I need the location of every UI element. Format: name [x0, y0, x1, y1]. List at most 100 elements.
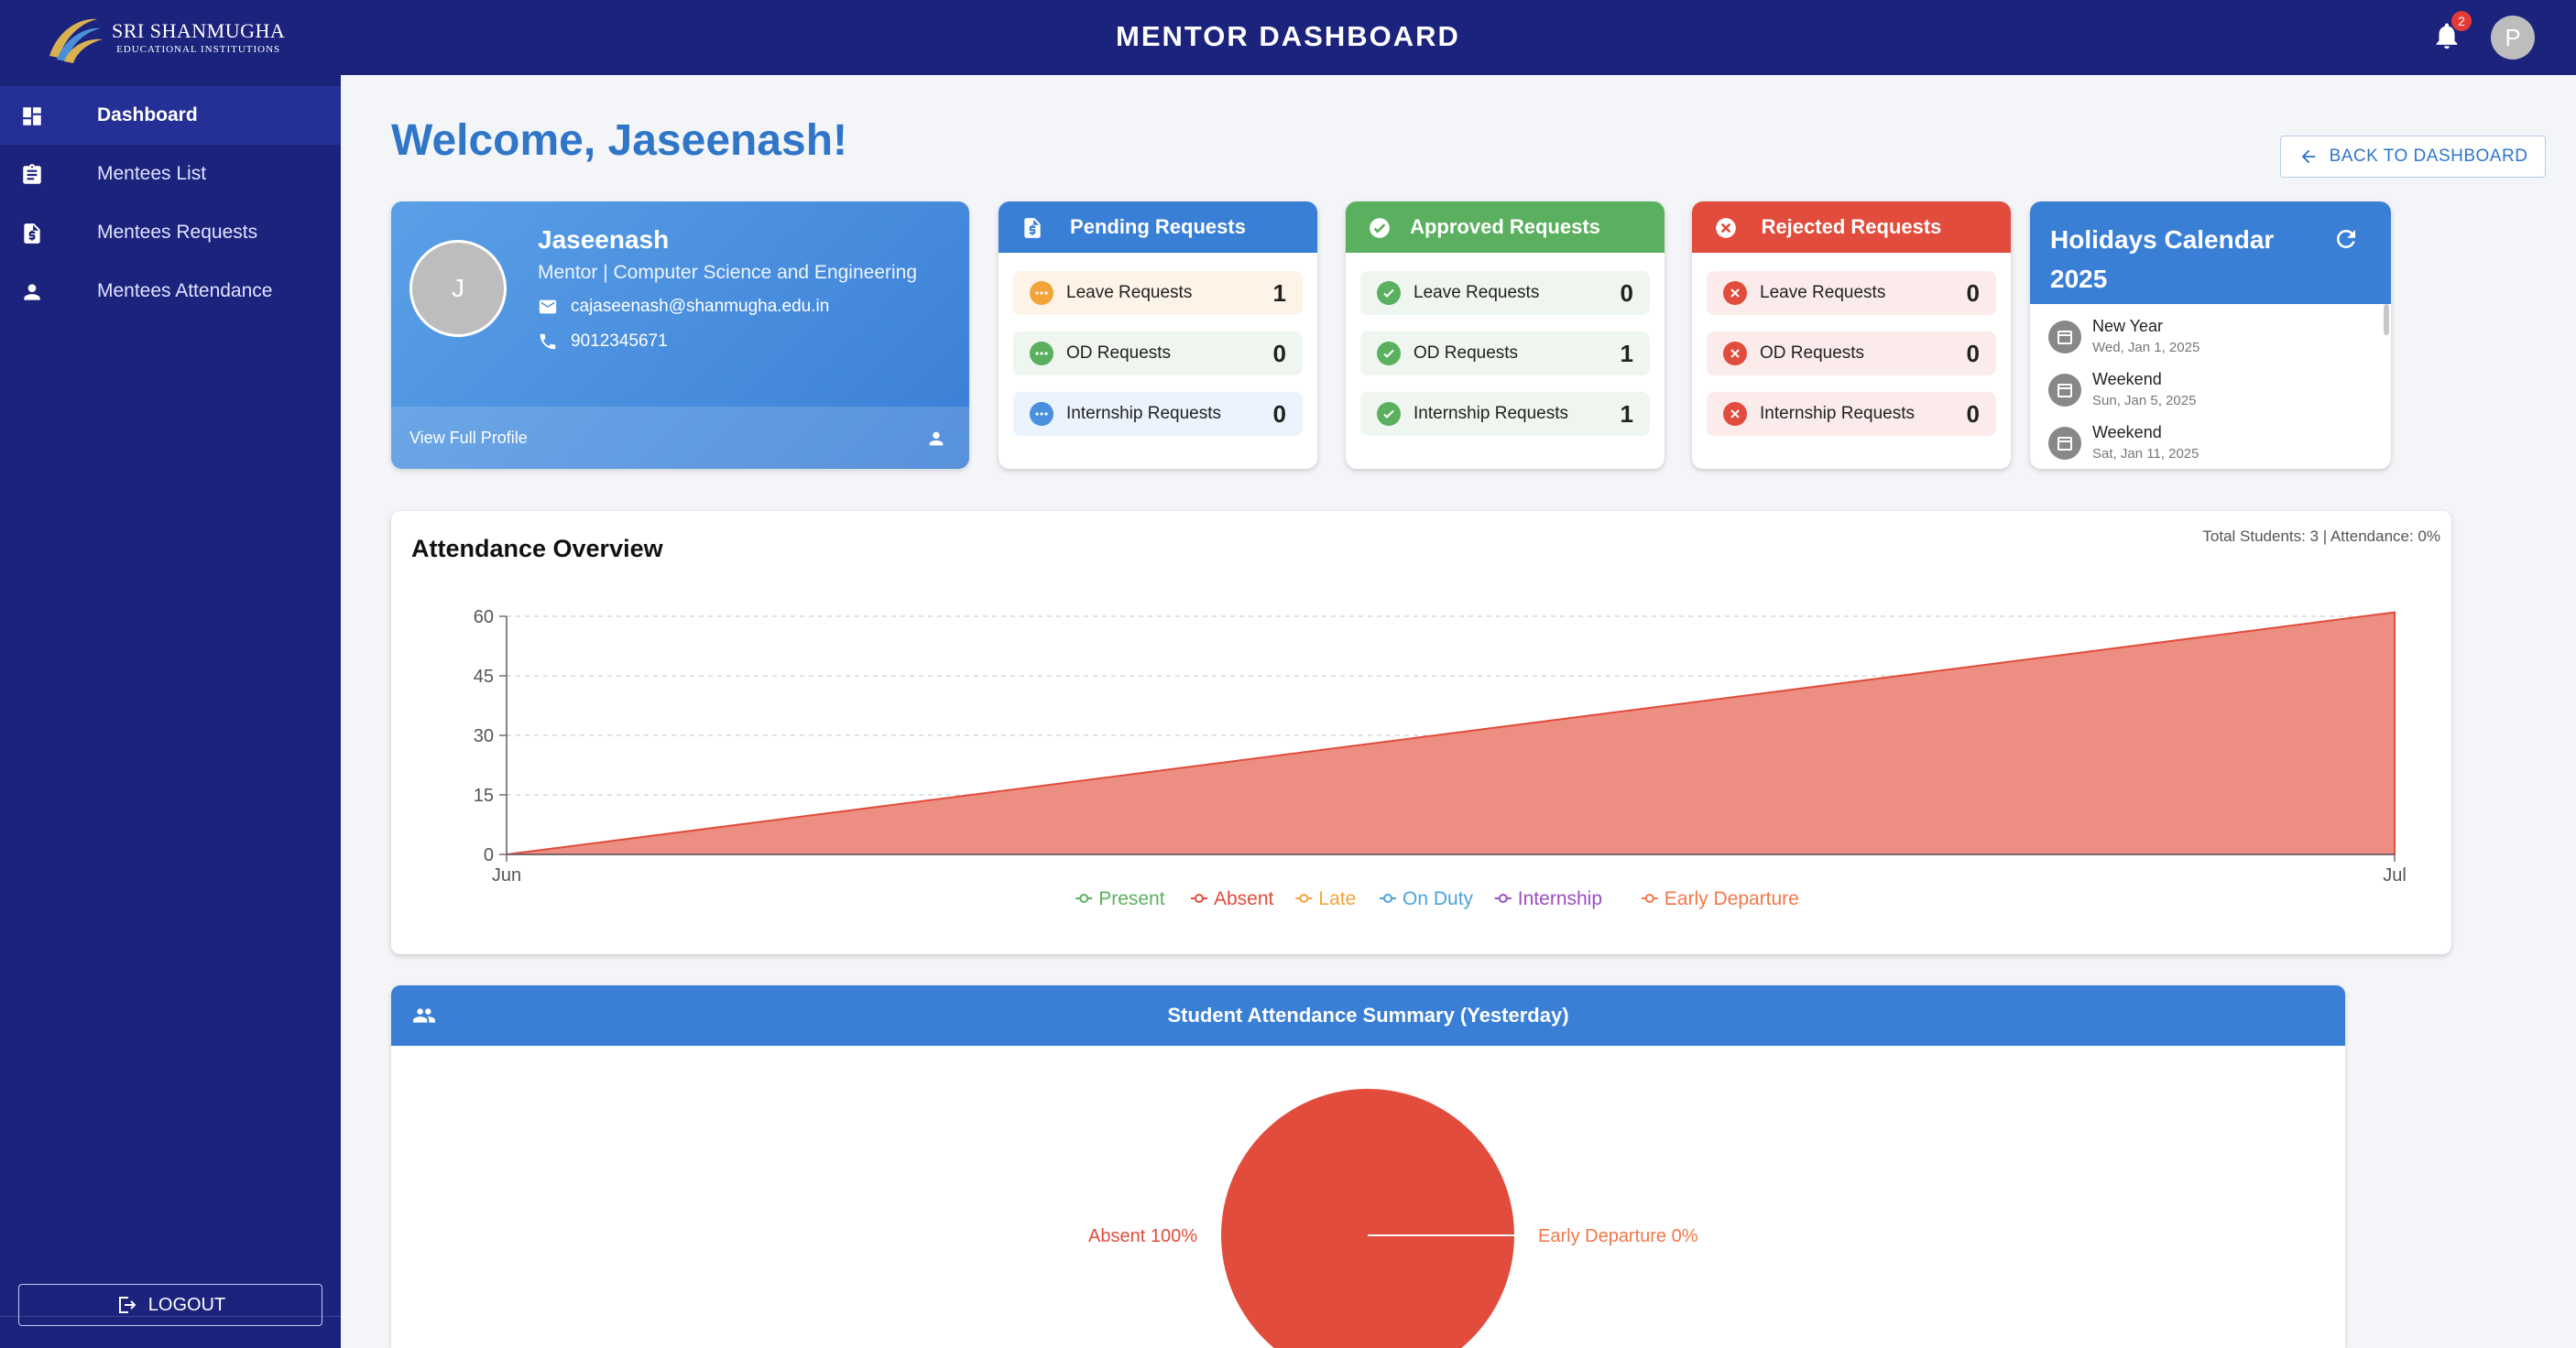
legend-marker [1195, 894, 1204, 903]
holiday-item[interactable]: Weekend Sat, Jan 11, 2025 [2048, 423, 2199, 469]
phone-icon [540, 333, 556, 350]
profile-phone-text: 9012345671 [571, 332, 668, 351]
document-dollar-icon [1024, 218, 1041, 238]
y-tick-label: 60 [474, 607, 494, 627]
top-header: SRI SHANMUGHA EDUCATIONAL INSTITUTIONS M… [0, 0, 2576, 75]
holidays-year: 2025 [2050, 265, 2108, 293]
holiday-item[interactable]: Weekend Sun, Jan 5, 2025 [2048, 370, 2196, 421]
row-count: 0 [1966, 339, 1980, 367]
row-count: 1 [1620, 339, 1633, 367]
holiday-name: Weekend [2092, 423, 2162, 441]
card-title: Approved Requests [1410, 215, 1600, 238]
holiday-item[interactable]: New Year Wed, Jan 1, 2025 [2048, 317, 2199, 368]
holidays-scrollbar[interactable] [2384, 304, 2389, 335]
arrow-left-icon [2301, 149, 2315, 164]
pending-requests-header: Pending Requests [999, 201, 1317, 253]
rejected-requests-card: Rejected Requests Leave Requests 0 OD Re… [1692, 201, 2011, 469]
sidebar: Dashboard Mentees List Mentees Requests … [0, 75, 341, 1348]
cancel-circle-icon [1716, 218, 1736, 238]
legend-label: Early Departure [1665, 888, 1799, 909]
holiday-name: Weekend [2092, 370, 2162, 388]
row-label: Internship Requests [1760, 404, 1915, 423]
row-count: 0 [1272, 399, 1286, 428]
legend-label: Internship [1518, 888, 1602, 909]
profile-avatar: J [409, 240, 507, 337]
logout-button[interactable]: LOGOUT [18, 1284, 322, 1326]
sidebar-item-label: Dashboard [97, 104, 198, 125]
check-icon [1377, 402, 1401, 426]
approved-internship-row[interactable]: Internship Requests 1 [1360, 392, 1650, 436]
profile-name: Jaseenash [538, 225, 670, 254]
person-icon [929, 431, 944, 446]
profile-role: Mentor | Computer Science and Engineerin… [538, 262, 918, 283]
legend-item: Late [1295, 888, 1356, 909]
legend-item: Absent [1191, 888, 1274, 909]
pending-dots-icon [1030, 281, 1053, 305]
back-to-dashboard-button[interactable]: BACK TO DASHBOARD [2280, 136, 2546, 178]
holidays-header: Holidays Calendar 2025 [2030, 201, 2391, 304]
row-label: Leave Requests [1760, 283, 1886, 302]
profile-email: cajaseenash@shanmugha.edu.in [538, 297, 829, 317]
document-dollar-icon [24, 223, 40, 244]
rejected-internship-row[interactable]: Internship Requests 0 [1707, 392, 1996, 436]
close-icon [1723, 281, 1747, 305]
person-icon [24, 284, 40, 300]
close-icon [1723, 402, 1747, 426]
legend-item: Early Departure [1641, 888, 1799, 909]
y-tick-label: 45 [474, 667, 494, 687]
sidebar-item-mentees-list[interactable]: Mentees List [0, 145, 341, 203]
attendance-summary-card: Student Attendance Summary (Yesterday) A… [391, 985, 2345, 1348]
sidebar-item-mentees-attendance[interactable]: Mentees Attendance [0, 262, 341, 321]
calendar-icon [2048, 374, 2081, 407]
legend-label: Present [1098, 888, 1165, 909]
view-full-profile-label: View Full Profile [409, 429, 528, 447]
pending-od-row[interactable]: OD Requests 0 [1013, 332, 1303, 375]
view-full-profile-link[interactable]: View Full Profile [391, 407, 969, 469]
clipboard-icon [23, 164, 41, 184]
rejected-od-row[interactable]: OD Requests 0 [1707, 332, 1996, 375]
approved-leave-row[interactable]: Leave Requests 0 [1360, 271, 1650, 315]
legend-item: On Duty [1380, 888, 1474, 909]
card-title: Pending Requests [1070, 215, 1246, 238]
dashboard-icon [23, 107, 41, 125]
sidebar-item-label: Mentees List [97, 163, 207, 184]
sidebar-item-label: Mentees Requests [97, 222, 258, 243]
row-count: 1 [1620, 399, 1633, 428]
user-avatar[interactable]: P [2491, 16, 2535, 60]
pending-leave-row[interactable]: Leave Requests 1 [1013, 271, 1303, 315]
close-icon [1723, 342, 1747, 365]
card-title: Rejected Requests [1761, 215, 1942, 238]
profile-phone: 9012345671 [538, 332, 668, 352]
row-count: 0 [1272, 339, 1286, 367]
row-count: 1 [1272, 278, 1286, 307]
pie-label: Early Departure 0% [1538, 1226, 1698, 1246]
legend-label: Late [1318, 888, 1356, 909]
row-count: 0 [1966, 278, 1980, 307]
rejected-leave-row[interactable]: Leave Requests 0 [1707, 271, 1996, 315]
pie-label: Absent 100% [1088, 1226, 1197, 1246]
pending-internship-row[interactable]: Internship Requests 0 [1013, 392, 1303, 436]
refresh-icon[interactable] [2332, 225, 2360, 253]
logout-icon [118, 1297, 136, 1313]
calendar-icon [2048, 321, 2081, 353]
holiday-date: Sun, Jan 5, 2025 [2092, 393, 2197, 408]
back-button-label: BACK TO DASHBOARD [2329, 147, 2528, 166]
row-label: OD Requests [1066, 343, 1172, 363]
check-icon [1377, 342, 1401, 365]
approved-od-row[interactable]: OD Requests 1 [1360, 332, 1650, 375]
row-label: Leave Requests [1066, 283, 1193, 302]
sidebar-item-label: Mentees Attendance [97, 280, 273, 301]
legend-marker [1383, 894, 1392, 903]
legend-marker [1644, 894, 1654, 903]
holiday-name: New Year [2092, 317, 2164, 335]
legend-marker [1299, 894, 1309, 903]
legend-label: On Duty [1403, 888, 1474, 909]
row-count: 0 [1620, 278, 1633, 307]
legend-label: Absent [1214, 888, 1274, 909]
sidebar-item-dashboard[interactable]: Dashboard [0, 86, 341, 145]
holiday-date: Wed, Jan 1, 2025 [2092, 340, 2200, 355]
check-icon [1377, 281, 1401, 305]
rejected-requests-header: Rejected Requests [1692, 201, 2011, 253]
pending-dots-icon [1030, 342, 1053, 365]
sidebar-item-mentees-requests[interactable]: Mentees Requests [0, 203, 341, 262]
